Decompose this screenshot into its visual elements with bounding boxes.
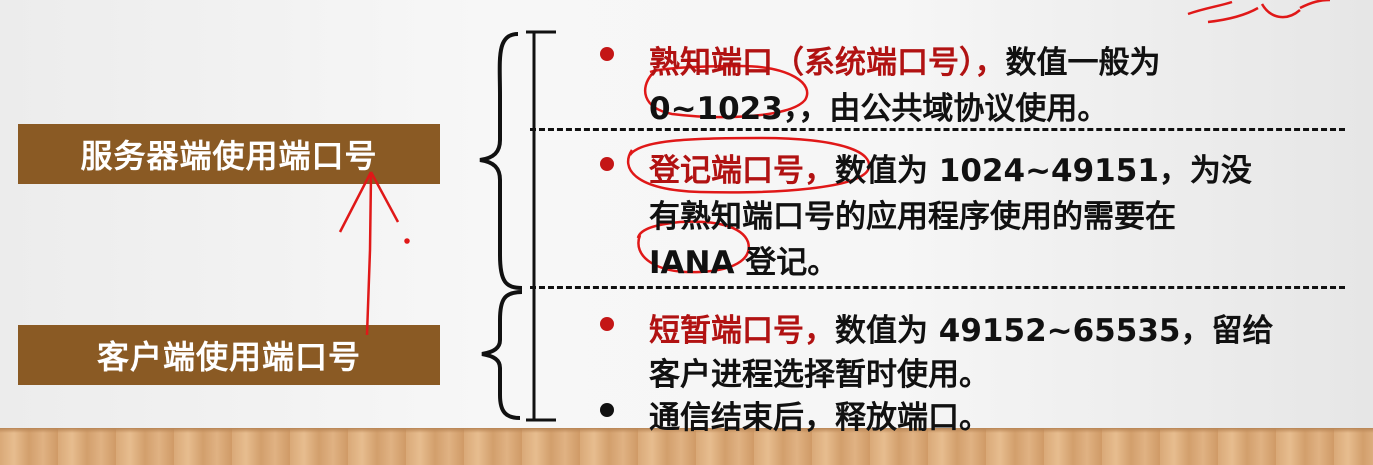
annotation-arrow bbox=[365, 174, 373, 336]
bullet-ephemeral bbox=[600, 317, 614, 331]
ephemeral-term: 短暂端口号， bbox=[649, 313, 835, 349]
bullet-release bbox=[600, 403, 614, 417]
well-known-term: 熟知端口（系统端口号）， bbox=[649, 45, 1006, 81]
registered-desc3: IANA 登记。 bbox=[649, 245, 839, 281]
registered-desc2: 有熟知端口号的应用程序使用的需要在 bbox=[649, 199, 1176, 235]
separator-2 bbox=[530, 286, 1345, 289]
registered-term: 登记端口号， bbox=[649, 153, 835, 189]
client-brace bbox=[481, 290, 523, 420]
ephemeral-desc2: 客户进程选择暂时使用。 bbox=[649, 357, 990, 393]
bullet-well-known bbox=[600, 47, 614, 61]
separator-1 bbox=[530, 128, 1345, 131]
well-known-desc1: 数值一般为 bbox=[1005, 45, 1161, 81]
registered-desc1: 数值为 1024~49151，为没 bbox=[835, 153, 1252, 189]
well-known-desc2: 0~1023，，由公共域协议使用。 bbox=[649, 91, 1109, 127]
server-brace bbox=[479, 32, 523, 290]
ephemeral-desc1: 数值为 49152~65535，留给 bbox=[835, 313, 1274, 349]
release-text: 通信结束后，释放端口。 bbox=[649, 400, 990, 436]
bullet-registered bbox=[600, 157, 614, 171]
